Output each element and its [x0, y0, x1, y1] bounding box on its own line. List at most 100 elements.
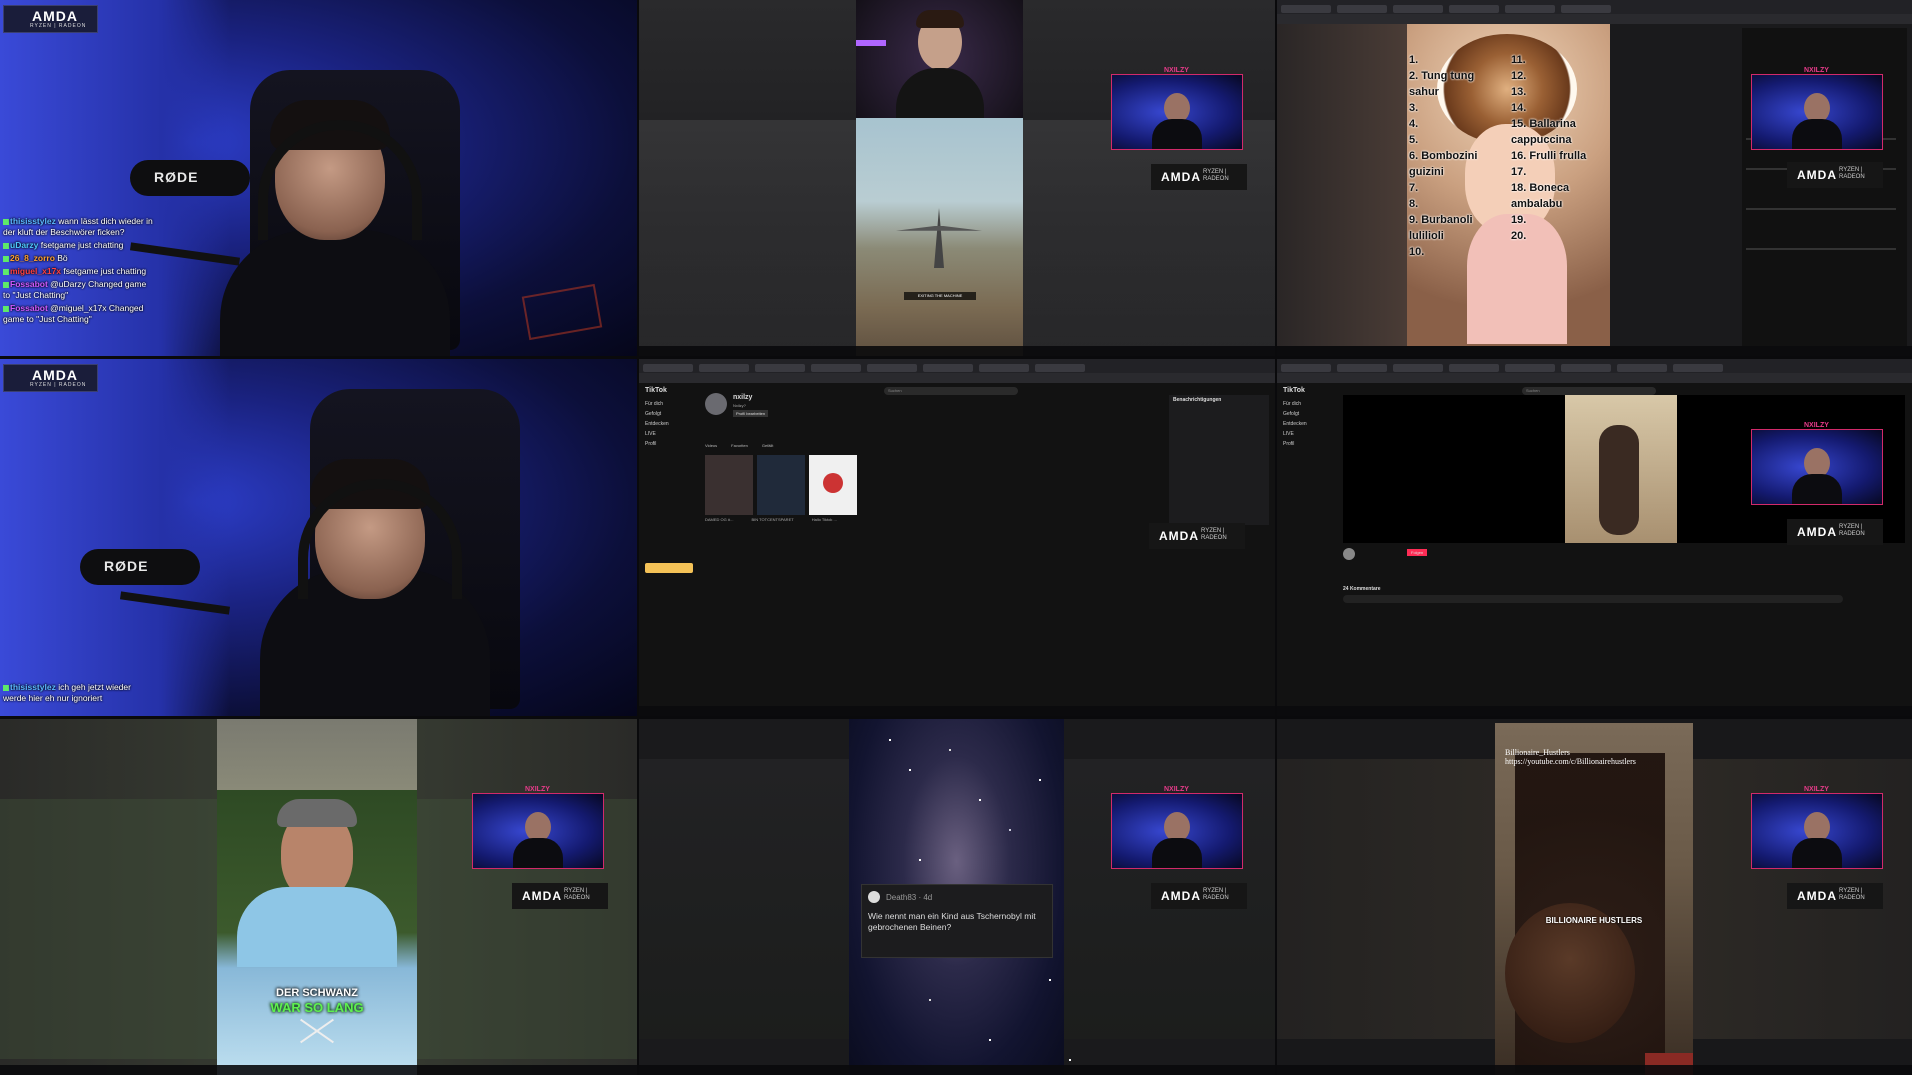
streamer-pip: NXILZY	[1751, 786, 1883, 869]
ranking-item: 10.	[1409, 246, 1425, 258]
space-video[interactable]: Death83 · 4d Wie nennt man ein Kind aus …	[849, 719, 1064, 1075]
cell-tiktok-profile: TikTok Suchen Für dich Gefolgt Entdecken LI…	[639, 359, 1275, 716]
edit-profile-button[interactable]: Profil bearbeiten	[733, 410, 769, 417]
sidebar-item: Entdecken	[1283, 421, 1307, 427]
sidebar-nav[interactable]: Für dich Gefolgt Entdecken LIVE Profil	[645, 401, 695, 451]
chat-text: fsetgame just chatting	[63, 266, 147, 276]
avatar[interactable]	[1343, 548, 1355, 560]
chat-message: 26_8_zorro Bö	[3, 253, 153, 264]
chat-badge-icon	[3, 305, 9, 312]
cell-tiktok-video: TikTok Suchen Für dich Gefolgt Entdecken LI…	[1277, 359, 1912, 716]
notifications-title: Benachrichtigungen	[1173, 397, 1222, 403]
profile-tabs[interactable]: Videos Favoriten Gefällt	[705, 443, 787, 448]
chat-username[interactable]: thisisstylez	[10, 682, 56, 692]
ranking-video[interactable]: 1. 2. Tung tung sahur 3. 4. 5. 6. Bombozini g…	[1407, 24, 1610, 346]
chat-text: fsetgame just chatting	[40, 240, 124, 250]
game-hud-text: EXITING THE MACHINE	[904, 292, 976, 300]
browser-tabs[interactable]	[1277, 359, 1912, 373]
video-thumb[interactable]	[757, 455, 805, 515]
chat-message: thisisstylez wann lässt dich wieder in d…	[3, 216, 153, 238]
browser-tabs[interactable]	[639, 359, 1275, 373]
tiktok-logo[interactable]: TikTok	[1283, 387, 1305, 394]
streamer-pip: NXILZY	[1111, 67, 1243, 150]
comment-input[interactable]	[1343, 595, 1843, 603]
video-caption[interactable]: BIN TOTCENTSPARET	[751, 517, 793, 522]
sidebar-nav[interactable]: Für dich Gefolgt Entdecken LIVE Profil	[1283, 401, 1333, 451]
address-bar[interactable]	[639, 373, 1275, 383]
address-bar[interactable]	[1277, 373, 1912, 383]
hustlers-video[interactable]: Billionaire_Hustlers https://youtube.com…	[1495, 723, 1693, 1075]
ranking-item: 2. Tung tung sahur	[1409, 70, 1475, 98]
profile-name: nxilzy	[733, 394, 753, 401]
chat-username[interactable]: miguel_x17x	[10, 266, 61, 276]
chat-badge-icon	[3, 268, 9, 275]
cell-ranking-video: 1. 2. Tung tung sahur 3. 4. 5. 6. Bombozini g…	[1277, 0, 1912, 356]
taskbar[interactable]	[1277, 706, 1912, 716]
chat-username[interactable]: uDarzy	[10, 240, 38, 250]
chat-overlay: thisisstylez ich geh jetzt wieder werde …	[3, 682, 153, 706]
amd-logo: AMDA RYZEN | RADEON	[3, 5, 98, 33]
chat-badge-icon	[3, 218, 9, 225]
streamer-pip: NXILZY	[1751, 422, 1883, 505]
video-caption[interactable]: Hallo Tiktok ...	[812, 517, 837, 522]
address-bar[interactable]	[1277, 14, 1912, 24]
ranking-item: 6. Bombozini guizini	[1409, 150, 1478, 178]
sidebar-item: LIVE	[645, 431, 656, 437]
streamer: RØDE	[80, 439, 500, 716]
taskbar[interactable]	[1277, 346, 1912, 356]
tiktok-logo[interactable]: TikTok	[645, 387, 667, 394]
search-input[interactable]: Suchen	[884, 387, 1018, 395]
chat-username[interactable]: Fossabot	[10, 303, 48, 313]
reddit-post-card[interactable]: Death83 · 4d Wie nennt man ein Kind aus …	[861, 884, 1053, 958]
sidebar-item: Für dich	[1283, 401, 1302, 407]
video-caption[interactable]: DAMED OG #...	[705, 517, 733, 522]
create-effects-button[interactable]	[645, 563, 693, 573]
sidebar-item: Gefolgt	[1283, 411, 1300, 417]
ranking-item: 19.	[1511, 214, 1527, 226]
amd-logo: AMDA RYZEN | RADEON	[1787, 883, 1883, 909]
ranking-item: 16. Frulli frulla	[1511, 150, 1587, 162]
profile-tab[interactable]: Videos	[705, 443, 717, 448]
watermark: Billionaire_Hustlers https://youtube.com…	[1505, 748, 1636, 766]
ranking-item: 9. Burbanoli lulilioli	[1409, 214, 1473, 242]
ranking-list-left: 1. 2. Tung tung sahur 3. 4. 5. 6. Bombozini g…	[1409, 52, 1507, 260]
sidebar-item: Gefolgt	[645, 411, 662, 417]
follow-button[interactable]: Folgen	[1407, 549, 1428, 556]
center-caption: BILLIONAIRE HUSTLERS	[1545, 916, 1643, 925]
video-captions: DAMED OG #... BIN TOTCENTSPARET Hallo Tikt…	[705, 517, 865, 522]
game-view: EXITING THE MACHINE	[856, 118, 1023, 356]
ranking-item: 14.	[1511, 102, 1527, 114]
chat-message: Fossabot @miguel_x17x Changed game to "J…	[3, 303, 153, 325]
player-controls[interactable]	[639, 1065, 1275, 1075]
player-controls[interactable]	[0, 1065, 637, 1075]
player-controls[interactable]	[1277, 1065, 1912, 1075]
post-text: Wie nennt man ein Kind aus Tschernobyl m…	[868, 911, 1036, 932]
taskbar[interactable]	[639, 706, 1275, 716]
ranking-item: 12.	[1511, 70, 1527, 82]
chat-badge-icon	[3, 242, 9, 249]
player-controls[interactable]	[639, 346, 1275, 356]
amd-logo: AMDA RYZEN | RADEON	[1151, 883, 1247, 909]
amd-logo: AMDA RYZEN | RADEON	[1151, 164, 1247, 190]
profile-tab[interactable]: Favoriten	[731, 443, 748, 448]
ranking-item: 13.	[1511, 86, 1527, 98]
chat-username[interactable]: Fossabot	[10, 279, 48, 289]
video-thumb[interactable]	[705, 455, 753, 515]
chat-message: uDarzy fsetgame just chatting	[3, 240, 153, 251]
browser-tabs[interactable]	[1277, 0, 1912, 14]
sidebar-item: Entdecken	[645, 421, 669, 427]
chat-overlay: thisisstylez wann lässt dich wieder in d…	[3, 216, 153, 327]
video-thumb[interactable]	[809, 455, 857, 515]
meme-video[interactable]: DER SCHWANZ WAR SO LANG	[217, 719, 417, 1075]
microphone: RØDE	[80, 549, 200, 585]
chat-username[interactable]: 26_8_zorro	[10, 253, 55, 263]
profile-tab[interactable]: Gefällt	[762, 443, 774, 448]
search-input[interactable]: Suchen	[1522, 387, 1656, 395]
chat-message: Fossabot @uDarzy Changed game to "Just C…	[3, 279, 153, 301]
notifications-panel[interactable]: Benachrichtigungen	[1169, 395, 1269, 525]
amd-logo: AMDA RYZEN | RADEON	[1787, 519, 1883, 545]
chat-username[interactable]: thisisstylez	[10, 216, 56, 226]
chat-message: thisisstylez ich geh jetzt wieder werde …	[3, 682, 153, 704]
avatar[interactable]	[705, 393, 727, 415]
chat-text: Bö	[57, 253, 68, 263]
